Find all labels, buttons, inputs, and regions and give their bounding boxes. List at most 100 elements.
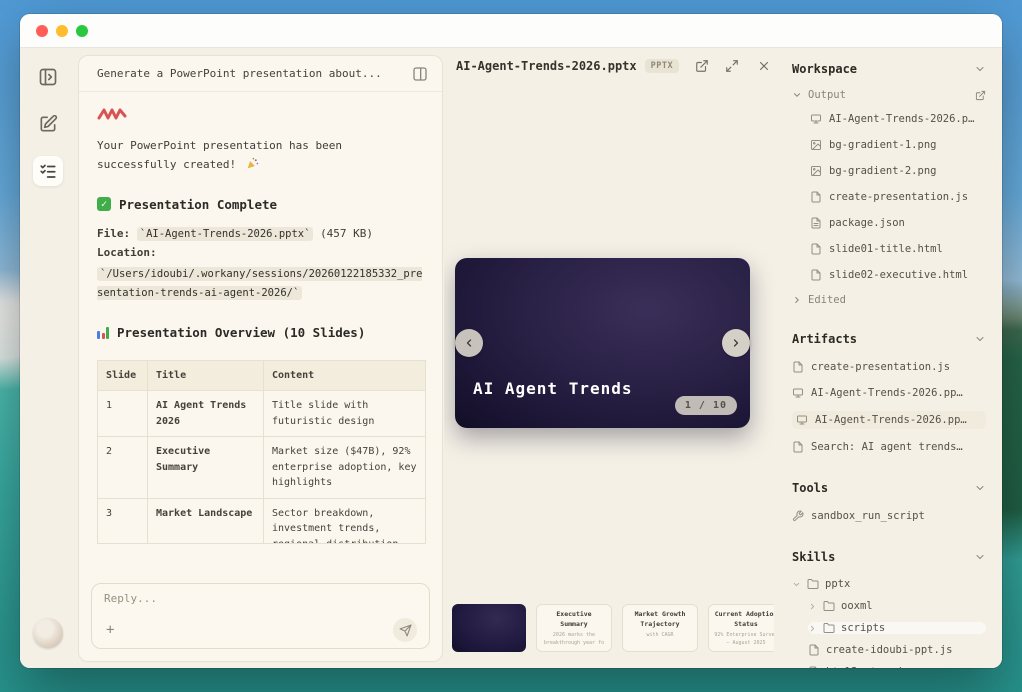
file-icon <box>810 191 822 203</box>
skill-folder-ooxml[interactable]: ooxml <box>808 600 986 612</box>
file-icon <box>792 361 804 373</box>
attach-button[interactable]: + <box>104 622 116 638</box>
wrench-icon <box>792 510 804 522</box>
task-list-icon <box>39 162 57 180</box>
external-link-icon[interactable] <box>975 90 986 101</box>
location-label: Location: <box>97 246 157 259</box>
success-message: Your PowerPoint presentation has been su… <box>97 139 342 171</box>
image-icon <box>810 139 822 151</box>
chat-panel: Generate a PowerPoint presentation about… <box>78 55 443 662</box>
app-window: Generate a PowerPoint presentation about… <box>20 14 1002 668</box>
left-rail <box>20 48 76 668</box>
file-text-icon <box>808 666 820 668</box>
artifact-search[interactable]: Search: AI agent trends… <box>792 439 986 455</box>
artifact-pptx-2-selected[interactable]: AI-Agent-Trends-2026.pp… <box>792 411 986 429</box>
check-icon: ✓ <box>97 197 111 211</box>
overview-heading: Presentation Overview (10 Slides) <box>97 325 426 340</box>
table-header-row: Slide Title Content <box>98 360 426 391</box>
external-link-icon <box>695 59 709 73</box>
thumbnail-slide-4[interactable]: Current Adoption Status 92% Enterprise S… <box>708 604 774 652</box>
workspace-file-bg1[interactable]: bg-gradient-1.png <box>810 137 986 153</box>
artifact-pptx-1[interactable]: AI-Agent-Trends-2026.pp… <box>792 385 986 401</box>
send-icon <box>399 624 412 637</box>
image-icon <box>810 165 822 177</box>
chat-header: Generate a PowerPoint presentation about… <box>79 56 442 92</box>
workspace-section-header[interactable]: Workspace <box>792 62 986 76</box>
thumbnail-slide-2[interactable]: Executive Summary 2026 marks the breakth… <box>536 604 612 652</box>
chevron-left-icon <box>463 337 475 349</box>
minimize-window-button[interactable] <box>56 25 68 37</box>
bar-chart-icon <box>97 325 109 339</box>
tool-sandbox-run-script[interactable]: sandbox_run_script <box>792 508 986 524</box>
skill-folder-scripts[interactable]: scripts <box>808 622 986 634</box>
chevron-right-icon <box>808 624 817 633</box>
compose-icon <box>38 114 58 134</box>
skills-section-header[interactable]: Skills <box>792 550 986 564</box>
skill-file-create-idoubi-ppt[interactable]: create-idoubi-ppt.js <box>808 644 986 656</box>
edited-group-row[interactable]: Edited <box>792 294 986 306</box>
artifacts-section-header[interactable]: Artifacts <box>792 332 986 346</box>
skill-folder-pptx[interactable]: pptx <box>792 578 986 590</box>
file-label: File: <box>97 227 130 240</box>
columns-layout-icon[interactable] <box>412 66 428 82</box>
location-path-chip: `/Users/idoubi/.workany/sessions/2026012… <box>97 267 422 300</box>
panel-play-icon <box>38 67 58 87</box>
folder-icon <box>823 600 835 612</box>
zoom-window-button[interactable] <box>76 25 88 37</box>
workspace-file-package[interactable]: package.json <box>810 215 986 231</box>
file-icon <box>808 644 820 656</box>
artifact-create-presentation[interactable]: create-presentation.js <box>792 359 986 375</box>
preview-panel: AI-Agent-Trends-2026.pptx PPTX AI Agent … <box>444 48 774 668</box>
user-avatar[interactable] <box>33 618 63 648</box>
table-row: 2 Executive Summary Market size ($47B), … <box>98 437 426 499</box>
party-popper-icon <box>246 157 259 170</box>
monitor-icon <box>796 414 808 426</box>
thumbnail-slide-3[interactable]: Market Growth Trajectory with CAGR <box>622 604 698 652</box>
file-size: (457 KB) <box>320 227 373 240</box>
titlebar <box>20 14 1002 48</box>
workspace-file-bg2[interactable]: bg-gradient-2.png <box>810 163 986 179</box>
workspace-file-slide01[interactable]: slide01-title.html <box>810 241 986 257</box>
monitor-icon <box>810 113 822 125</box>
file-icon <box>810 269 822 281</box>
complete-heading: ✓ Presentation Complete <box>97 197 426 212</box>
preview-filename: AI-Agent-Trends-2026.pptx <box>456 59 637 73</box>
table-row: 3 Market Landscape Sector breakdown, inv… <box>98 498 426 544</box>
slide-preview: AI Agent Trends 1 / 10 <box>455 258 750 428</box>
chevron-down-icon <box>974 63 986 75</box>
monitor-icon <box>792 387 804 399</box>
tasks-button[interactable] <box>33 156 63 186</box>
table-row: 1 AI Agent Trends 2026 Title slide with … <box>98 391 426 437</box>
reply-input[interactable] <box>104 592 417 605</box>
thumbnail-strip: Executive Summary 2026 marks the breakth… <box>452 604 774 652</box>
chevron-down-icon <box>974 333 986 345</box>
workspace-file-pptx[interactable]: AI-Agent-Trends-2026.p… <box>810 111 986 127</box>
toggle-sidebar-button[interactable] <box>33 62 63 92</box>
filetype-badge: PPTX <box>645 59 679 73</box>
close-preview-button[interactable] <box>757 59 771 73</box>
file-name-chip: `AI-Agent-Trends-2026.pptx` <box>137 227 314 241</box>
skill-file-html2pptx[interactable]: html2pptx.md <box>808 666 986 668</box>
reply-composer[interactable]: + <box>91 583 430 649</box>
send-button[interactable] <box>393 618 417 642</box>
chat-title: Generate a PowerPoint presentation about… <box>97 67 382 80</box>
workspace-file-slide02[interactable]: slide02-executive.html <box>810 267 986 283</box>
prev-slide-button[interactable] <box>455 329 483 357</box>
chevron-down-icon <box>974 482 986 494</box>
chat-message: Your PowerPoint presentation has been su… <box>79 92 442 573</box>
folder-icon <box>823 622 835 634</box>
open-external-button[interactable] <box>695 59 709 73</box>
tools-section-header[interactable]: Tools <box>792 481 986 495</box>
workspace-file-createjs[interactable]: create-presentation.js <box>810 189 986 205</box>
expand-icon <box>725 59 739 73</box>
thumbnail-slide-1[interactable] <box>452 604 526 652</box>
chevron-down-icon <box>792 90 802 100</box>
output-group-row[interactable]: Output <box>792 89 986 101</box>
close-icon <box>757 59 771 73</box>
page-indicator: 1 / 10 <box>675 396 737 415</box>
file-icon <box>810 243 822 255</box>
next-slide-button[interactable] <box>722 329 750 357</box>
expand-button[interactable] <box>725 59 739 73</box>
close-window-button[interactable] <box>36 25 48 37</box>
new-chat-button[interactable] <box>33 109 63 139</box>
